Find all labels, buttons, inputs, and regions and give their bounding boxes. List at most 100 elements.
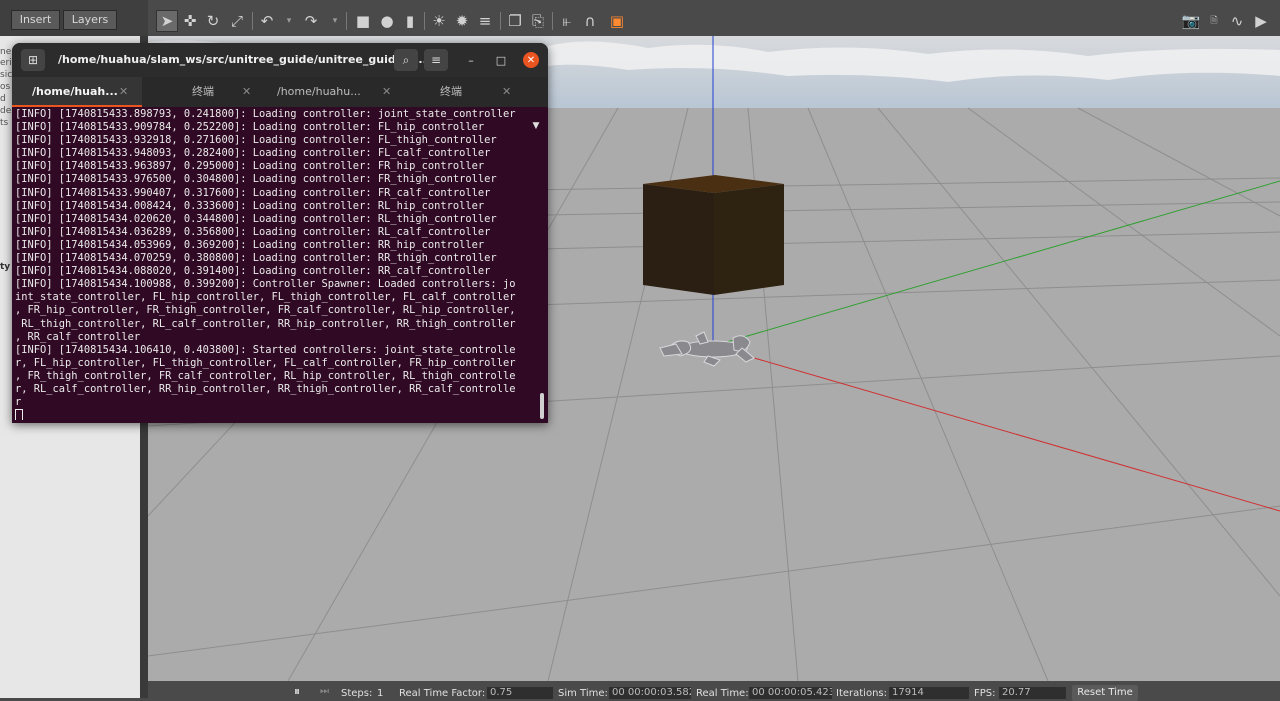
- tab-label: 终端: [192, 85, 214, 98]
- maximize-icon[interactable]: □: [493, 52, 509, 68]
- terminal-header[interactable]: ⊞ /home/huahua/slam_ws/src/unitree_guide…: [12, 43, 548, 77]
- terminal-line: r, RL_calf_controller, RR_hip_controller…: [15, 382, 516, 395]
- terminal-line: [INFO] [1740815434.100988, 0.399200]: Co…: [15, 278, 516, 291]
- pause-icon[interactable]: ⏸: [294, 685, 300, 697]
- close-tab-icon[interactable]: ✕: [242, 77, 251, 107]
- terminal-tabs: /home/huah... ✕ 终端 ✕ /home/huahu... ✕ 终端…: [12, 77, 548, 131]
- paste-icon[interactable]: ⎘: [527, 10, 549, 32]
- terminal-line: r: [15, 396, 22, 409]
- terminal-line: [INFO] [1740815433.976500, 0.304800]: Lo…: [15, 173, 497, 186]
- tab-insert[interactable]: Insert: [11, 10, 60, 30]
- sim-time-value: 00 00:00:03.582: [609, 687, 691, 699]
- terminal-title: /home/huahua/slam_ws/src/unitree_guide/u…: [58, 53, 431, 66]
- scale-icon[interactable]: ⤢: [226, 10, 248, 32]
- terminal-line: RL_thigh_controller, RL_calf_controller,…: [15, 317, 516, 330]
- terminal-line: , FR_hip_controller, FR_thigh_controller…: [15, 304, 516, 317]
- redo-icon[interactable]: ↷: [300, 10, 322, 32]
- box-model[interactable]: [643, 175, 784, 295]
- snap-icon[interactable]: ∩: [579, 10, 601, 32]
- screenshot-icon[interactable]: 📷: [1180, 10, 1202, 32]
- terminal-tab-4[interactable]: 终端 ✕: [402, 77, 526, 107]
- terminal-tab-3[interactable]: /home/huahu... ✕: [272, 77, 402, 107]
- toolbar-separator: [346, 12, 347, 30]
- tab-label: /home/huah...: [32, 85, 118, 98]
- toolbar-separator: [424, 12, 425, 30]
- gazebo-toolbar: ➤ ✜ ↻ ⤢ ↶ ▾ ↷ ▾ ■ ● ▮ ☀ ✹ ≡ ❐ ⎘ ⫦ ∩ ▣ 📷 …: [148, 6, 1280, 36]
- terminal-line: [INFO] [1740815434.020620, 0.344800]: Lo…: [15, 212, 497, 225]
- box-icon[interactable]: ■: [352, 10, 374, 32]
- terminal-line: [INFO] [1740815433.898793, 0.241800]: Lo…: [15, 108, 516, 120]
- close-icon[interactable]: ✕: [523, 52, 539, 68]
- toolbar-separator: [552, 12, 553, 30]
- undo-icon[interactable]: ↶: [256, 10, 278, 32]
- video-icon[interactable]: ▶: [1250, 10, 1272, 32]
- terminal-window[interactable]: ⊞ /home/huahua/slam_ws/src/unitree_guide…: [12, 43, 548, 423]
- close-tab-icon[interactable]: ✕: [119, 77, 128, 107]
- select-arrow-icon[interactable]: ➤: [156, 10, 178, 32]
- terminal-prompt-line[interactable]: [15, 409, 539, 420]
- terminal-line: [INFO] [1740815433.909784, 0.252200]: Lo…: [15, 121, 485, 134]
- log-icon[interactable]: 🗎: [1203, 10, 1225, 32]
- reset-time-button[interactable]: Reset Time: [1072, 685, 1138, 701]
- view-angle-icon[interactable]: ▣: [606, 10, 628, 32]
- terminal-line: [INFO] [1740815434.053969, 0.369200]: Lo…: [15, 238, 485, 251]
- steps-label: Steps:: [341, 688, 373, 699]
- sphere-icon[interactable]: ●: [376, 10, 398, 32]
- point-light-icon[interactable]: ☀: [428, 10, 450, 32]
- sim-time-label: Sim Time:: [558, 688, 608, 699]
- terminal-scrollbar[interactable]: [540, 393, 544, 419]
- terminal-output[interactable]: [INFO] [1740815433.898793, 0.241800]: Lo…: [15, 108, 539, 420]
- terminal-line: [INFO] [1740815433.963897, 0.295000]: Lo…: [15, 160, 485, 173]
- terminal-tab-1[interactable]: /home/huah... ✕: [12, 77, 142, 107]
- tab-label: /home/huahu...: [277, 85, 361, 98]
- cutoff-label: ne: [0, 47, 12, 57]
- minimize-icon[interactable]: –: [463, 52, 479, 68]
- sim-status-bar: ⏸ ⏭ Steps: 1 Real Time Factor: 0.75 Sim …: [148, 681, 1280, 701]
- plot-icon[interactable]: ∿: [1226, 10, 1248, 32]
- terminal-line: [INFO] [1740815434.070259, 0.380800]: Lo…: [15, 252, 497, 265]
- fps-label: FPS:: [974, 688, 996, 699]
- tab-label: 终端: [440, 85, 462, 98]
- real-time-value: 00 00:00:05.423: [749, 687, 832, 699]
- directional-light-icon[interactable]: ≡: [474, 10, 496, 32]
- spot-light-icon[interactable]: ✹: [451, 10, 473, 32]
- terminal-line: [INFO] [1740815433.990407, 0.317600]: Lo…: [15, 186, 491, 199]
- terminal-line: [INFO] [1740815434.106410, 0.403800]: St…: [15, 343, 516, 356]
- step-icon[interactable]: ⏭: [320, 686, 329, 698]
- cylinder-icon[interactable]: ▮: [399, 10, 421, 32]
- cutoff-label: d: [0, 94, 6, 104]
- rtf-value: 0.75: [487, 687, 553, 699]
- terminal-line: [INFO] [1740815434.008424, 0.333600]: Lo…: [15, 199, 485, 212]
- terminal-line: , FR_thigh_controller, FR_calf_controlle…: [15, 369, 516, 382]
- align-icon[interactable]: ⫦: [556, 10, 578, 32]
- terminal-tab-2[interactable]: 终端 ✕: [142, 77, 272, 107]
- terminal-line: r, FL_hip_controller, FL_thigh_controlle…: [15, 356, 516, 369]
- toolbar-separator: [500, 12, 501, 30]
- copy-icon[interactable]: ❐: [504, 10, 526, 32]
- iterations-label: Iterations:: [836, 688, 887, 699]
- left-panel-tabs: Insert Layers: [0, 0, 148, 36]
- new-tab-icon[interactable]: ⊞: [21, 49, 45, 71]
- translate-icon[interactable]: ✜: [179, 10, 201, 32]
- search-icon[interactable]: ⌕: [394, 49, 418, 71]
- toolbar-separator: [252, 12, 253, 30]
- cutoff-label: ts: [0, 118, 9, 128]
- steps-value[interactable]: 1: [377, 688, 383, 700]
- active-tab-indicator: [12, 105, 142, 107]
- fps-value: 20.77: [999, 687, 1066, 699]
- cutoff-label: ty: [0, 262, 11, 272]
- terminal-line: [INFO] [1740815433.948093, 0.282400]: Lo…: [15, 147, 491, 160]
- undo-dropdown-icon[interactable]: ▾: [284, 10, 294, 32]
- tab-layers[interactable]: Layers: [63, 10, 117, 30]
- real-time-label: Real Time:: [696, 688, 749, 699]
- close-tab-icon[interactable]: ✕: [502, 77, 511, 107]
- rotate-icon[interactable]: ↻: [202, 10, 224, 32]
- hamburger-menu-icon[interactable]: ≡: [424, 49, 448, 71]
- rtf-label: Real Time Factor:: [399, 688, 486, 699]
- close-tab-icon[interactable]: ✕: [382, 77, 391, 107]
- cutoff-label: os: [0, 82, 11, 92]
- terminal-line: [INFO] [1740815433.932918, 0.271600]: Lo…: [15, 134, 497, 147]
- terminal-line: int_state_controller, FL_hip_controller,…: [15, 291, 516, 304]
- redo-dropdown-icon[interactable]: ▾: [330, 10, 340, 32]
- terminal-line: [INFO] [1740815434.036289, 0.356800]: Lo…: [15, 225, 491, 238]
